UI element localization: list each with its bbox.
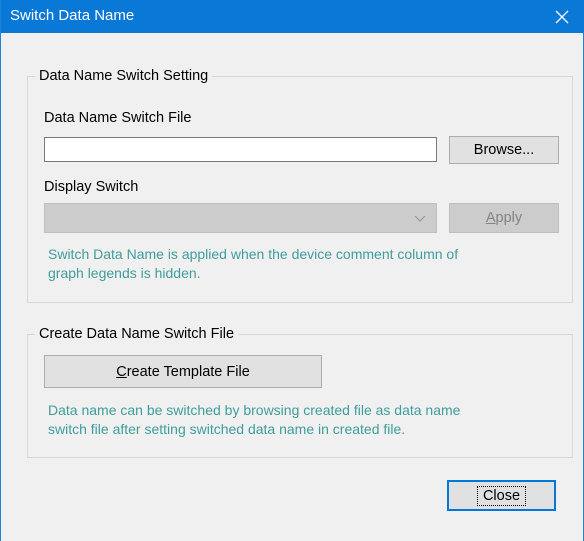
create-template-file-label: Create Template File: [116, 363, 250, 380]
close-button-label: Close: [476, 485, 527, 506]
group-title-setting: Data Name Switch Setting: [35, 67, 213, 85]
setting-info-line-2: graph legends is hidden.: [48, 265, 201, 281]
create-info-text: Data name can be switched by browsing cr…: [48, 401, 460, 439]
data-name-switch-file-label: Data Name Switch File: [44, 110, 192, 126]
chevron-down-icon: [414, 215, 426, 222]
create-template-file-button[interactable]: Create Template File: [44, 355, 322, 388]
close-button[interactable]: Close: [447, 480, 556, 511]
apply-button-label: Apply: [485, 210, 523, 226]
group-title-create: Create Data Name Switch File: [35, 325, 239, 343]
apply-button[interactable]: Apply: [449, 203, 559, 233]
setting-info-line-1: Switch Data Name is applied when the dev…: [48, 246, 459, 262]
close-icon: [555, 10, 569, 23]
create-info-line-1: Data name can be switched by browsing cr…: [48, 402, 461, 418]
window-title: Switch Data Name: [10, 7, 135, 24]
create-data-name-switch-file-group: Create Data Name Switch File Create Temp…: [27, 325, 573, 458]
close-window-button[interactable]: [539, 0, 584, 33]
title-bar[interactable]: Switch Data Name: [1, 0, 584, 33]
create-info-line-2: switch file after setting switched data …: [48, 421, 406, 437]
display-switch-label: Display Switch: [44, 179, 139, 195]
browse-button-label: Browse...: [473, 142, 535, 158]
browse-button[interactable]: Browse...: [449, 136, 559, 164]
display-switch-select[interactable]: [44, 203, 437, 233]
dialog-window: Switch Data Name Data Name Switch Settin…: [0, 0, 584, 541]
data-name-switch-setting-group: Data Name Switch Setting Data Name Switc…: [27, 67, 573, 303]
setting-info-text: Switch Data Name is applied when the dev…: [48, 245, 458, 283]
data-name-switch-file-input[interactable]: [44, 137, 437, 162]
